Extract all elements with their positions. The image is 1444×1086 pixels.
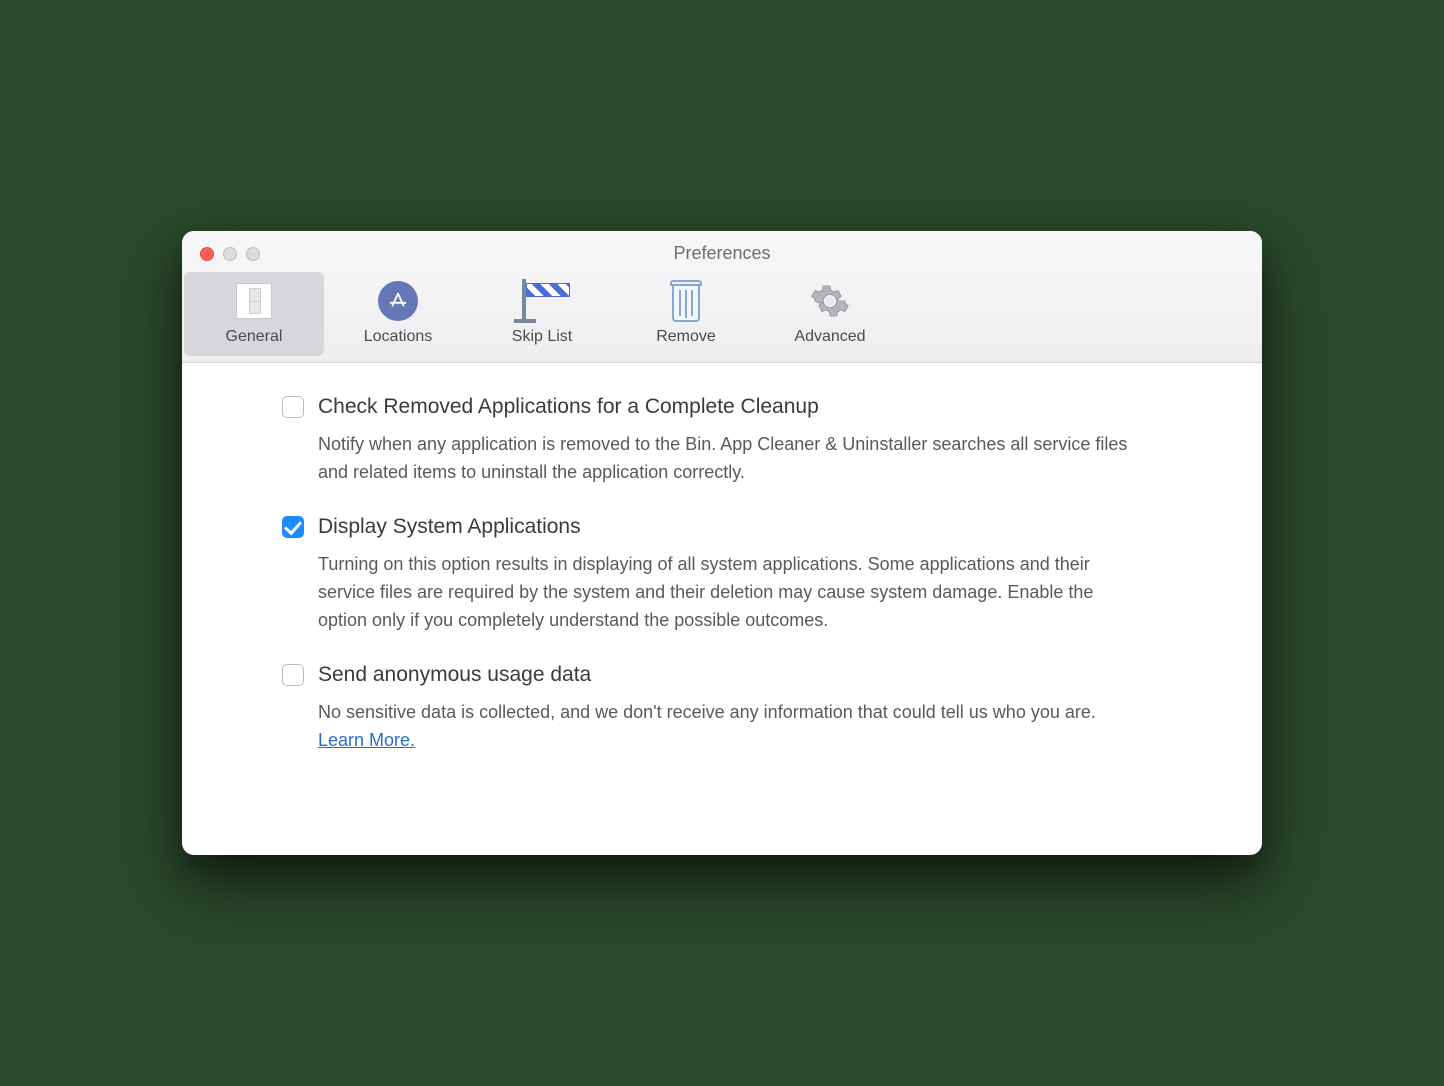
window-controls (200, 247, 260, 261)
learn-more-link[interactable]: Learn More. (318, 730, 415, 750)
tab-label: General (226, 328, 283, 346)
tab-label: Skip List (512, 328, 572, 346)
tab-skip-list[interactable]: Skip List (472, 272, 612, 356)
tab-advanced[interactable]: Advanced (760, 272, 900, 356)
option-description: Turning on this option results in displa… (318, 551, 1138, 635)
tab-label: Advanced (794, 328, 865, 346)
close-window-button[interactable] (200, 247, 214, 261)
flag-icon (514, 279, 570, 323)
minimize-window-button[interactable] (223, 247, 237, 261)
preferences-toolbar: General Locations Skip List (182, 268, 1262, 362)
tab-general[interactable]: General (184, 272, 324, 356)
window-title: Preferences (198, 243, 1246, 264)
checkbox-complete-cleanup[interactable] (282, 396, 304, 418)
trash-icon (668, 280, 704, 322)
gear-icon (810, 281, 850, 321)
tab-locations[interactable]: Locations (328, 272, 468, 356)
option-description: Notify when any application is removed t… (318, 431, 1138, 487)
tab-remove[interactable]: Remove (616, 272, 756, 356)
checkbox-display-system-apps[interactable] (282, 516, 304, 538)
general-pane: Check Removed Applications for a Complet… (182, 363, 1262, 855)
appstore-icon (378, 281, 418, 321)
switch-icon (236, 283, 272, 319)
tab-label: Locations (364, 328, 433, 346)
titlebar: Preferences General Locations (182, 231, 1262, 363)
option-description: No sensitive data is collected, and we d… (318, 699, 1138, 755)
preferences-window: Preferences General Locations (182, 231, 1262, 855)
checkbox-anonymous-usage[interactable] (282, 664, 304, 686)
tab-label: Remove (656, 328, 716, 346)
option-title: Send anonymous usage data (318, 661, 591, 689)
option-title: Display System Applications (318, 513, 581, 541)
maximize-window-button[interactable] (246, 247, 260, 261)
option-title: Check Removed Applications for a Complet… (318, 393, 819, 421)
desc-text: No sensitive data is collected, and we d… (318, 702, 1096, 722)
